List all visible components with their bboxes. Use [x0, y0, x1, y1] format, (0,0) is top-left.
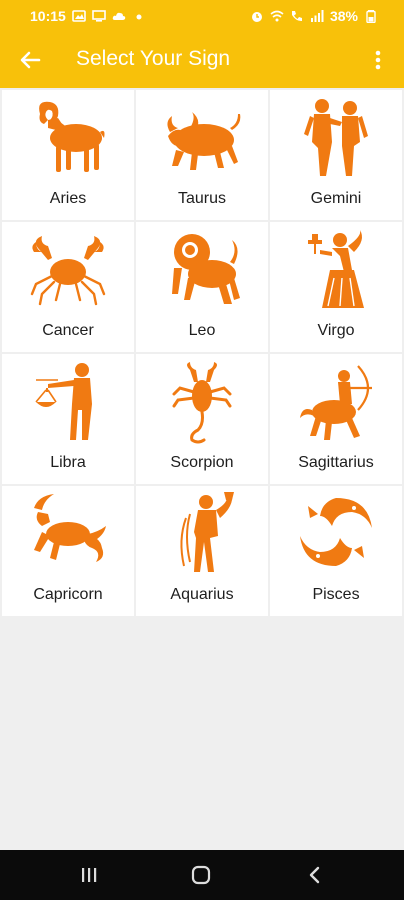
- page-title: Select Your Sign: [76, 47, 231, 70]
- status-battery-text: 38%: [329, 8, 358, 24]
- recents-button[interactable]: [76, 862, 102, 888]
- leo-icon: [162, 228, 242, 312]
- app-bar: Select Your Sign: [0, 32, 404, 88]
- virgo-icon: [296, 228, 376, 312]
- overflow-menu-button[interactable]: [366, 42, 390, 78]
- screen-icon: [92, 9, 106, 23]
- sign-label: Aquarius: [170, 586, 234, 603]
- sign-card-capricorn[interactable]: Capricorn: [2, 486, 134, 616]
- sign-card-taurus[interactable]: Taurus: [136, 90, 268, 220]
- dot-icon: [132, 9, 146, 23]
- home-icon: [191, 865, 211, 885]
- capricorn-icon: [28, 492, 108, 576]
- status-left: 10:15: [30, 8, 146, 24]
- sign-card-gemini[interactable]: Gemini: [270, 90, 402, 220]
- more-vertical-icon: [375, 50, 381, 70]
- sign-label: Leo: [188, 322, 216, 339]
- gallery-icon: [72, 9, 86, 23]
- cancer-icon: [28, 228, 108, 312]
- sign-card-sagittarius[interactable]: Sagittarius: [270, 354, 402, 484]
- call-icon: [290, 9, 304, 23]
- sign-label: Pisces: [312, 586, 360, 603]
- sign-label: Capricorn: [33, 586, 103, 603]
- recents-icon: [82, 868, 97, 882]
- home-button[interactable]: [188, 862, 214, 888]
- battery-icon: [364, 9, 378, 23]
- libra-icon: [28, 360, 108, 444]
- pisces-icon: [296, 492, 376, 576]
- sign-label: Virgo: [317, 322, 355, 339]
- sign-card-leo[interactable]: Leo: [136, 222, 268, 352]
- zodiac-grid: Aries Taurus Gemini Cancer Leo Virgo Lib…: [2, 90, 402, 616]
- sign-card-virgo[interactable]: Virgo: [270, 222, 402, 352]
- aries-icon: [28, 96, 108, 180]
- sign-card-pisces[interactable]: Pisces: [270, 486, 402, 616]
- arrow-left-icon: [20, 51, 41, 69]
- nav-back-button[interactable]: [302, 862, 328, 888]
- cloud-icon: [112, 9, 126, 23]
- sign-card-aquarius[interactable]: Aquarius: [136, 486, 268, 616]
- nav-back-icon: [309, 866, 320, 884]
- sagittarius-icon: [296, 360, 376, 444]
- sign-label: Scorpion: [170, 454, 234, 471]
- sign-label: Gemini: [310, 190, 362, 207]
- sign-card-cancer[interactable]: Cancer: [2, 222, 134, 352]
- sign-label: Sagittarius: [298, 454, 374, 471]
- sign-card-aries[interactable]: Aries: [2, 90, 134, 220]
- sign-card-scorpion[interactable]: Scorpion: [136, 354, 268, 484]
- signal-icon: [310, 9, 324, 23]
- status-time: 10:15: [30, 8, 66, 24]
- system-navigation-bar: [0, 850, 404, 900]
- wifi-icon: [270, 9, 284, 23]
- sign-label: Libra: [50, 454, 86, 471]
- sign-label: Taurus: [177, 190, 227, 207]
- alarm-icon: [250, 9, 264, 23]
- scorpion-icon: [162, 360, 242, 444]
- aquarius-icon: [162, 492, 242, 576]
- back-button[interactable]: [12, 42, 48, 78]
- gemini-icon: [296, 96, 376, 180]
- sign-label: Cancer: [42, 322, 94, 339]
- sign-card-libra[interactable]: Libra: [2, 354, 134, 484]
- taurus-icon: [162, 96, 242, 180]
- status-bar: 10:15 38%: [0, 0, 404, 32]
- sign-label: Aries: [49, 190, 87, 207]
- status-right: 38%: [250, 8, 378, 24]
